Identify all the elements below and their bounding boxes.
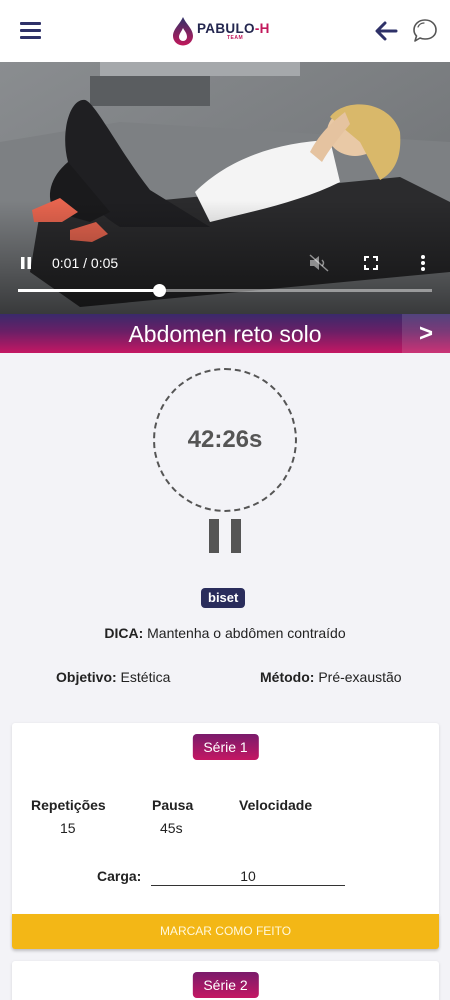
- logo-subtitle: TEAM: [227, 35, 244, 41]
- technique-badge: biset: [201, 588, 246, 608]
- rest-value: 45s: [160, 820, 183, 836]
- video-progress-handle[interactable]: [152, 284, 166, 297]
- series-card: Série 2: [12, 961, 439, 1000]
- pause-icon-bar-right: [231, 519, 241, 553]
- app-header: PABULO-H TEAM: [0, 0, 450, 62]
- pause-icon-bar-left: [209, 519, 219, 553]
- pause-icon[interactable]: [19, 255, 33, 271]
- series-card: Série 1 Repetições Pausa Velocidade 15 4…: [12, 723, 439, 949]
- reps-value: 15: [60, 820, 76, 836]
- mark-done-button[interactable]: MARCAR COMO FEITO: [12, 914, 439, 949]
- video-progress-bar[interactable]: [18, 284, 432, 297]
- chat-bubble-icon[interactable]: [412, 18, 438, 44]
- exercise-video[interactable]: 0:01 / 0:05: [0, 62, 450, 314]
- method-text: Método: Pré-exaustão: [260, 669, 402, 685]
- speed-header: Velocidade: [239, 797, 313, 813]
- flame-drop-icon: [173, 17, 193, 46]
- rest-header: Pausa: [152, 797, 194, 813]
- logo-title: PABULO-H: [197, 21, 270, 36]
- goal-text: Objetivo: Estética: [56, 669, 171, 685]
- back-arrow-icon[interactable]: [374, 20, 398, 42]
- timer-pause-button[interactable]: [209, 519, 241, 553]
- video-progress-fill: [18, 289, 159, 292]
- reps-header: Repetições: [31, 797, 106, 813]
- load-input[interactable]: [151, 866, 345, 886]
- fullscreen-icon[interactable]: [363, 255, 379, 271]
- exercise-title: Abdomen reto solo: [128, 321, 322, 347]
- exercise-title-bar: Abdomen reto solo >: [0, 314, 450, 353]
- next-exercise-button[interactable]: >: [402, 314, 450, 353]
- menu-icon[interactable]: [20, 22, 41, 39]
- timer-value: 42:26s: [187, 426, 263, 453]
- series-badge: Série 1: [192, 734, 259, 760]
- rest-timer: 42:26s: [153, 368, 297, 512]
- load-label: Carga:: [97, 868, 142, 884]
- volume-muted-icon[interactable]: [308, 253, 330, 273]
- tip-text: DICA: Mantenha o abdômen contraído: [104, 625, 346, 641]
- video-time: 0:01 / 0:05: [52, 255, 119, 271]
- more-options-icon[interactable]: [420, 254, 426, 272]
- video-frame: [0, 62, 450, 314]
- series-badge: Série 2: [192, 972, 259, 998]
- app-logo: PABULO-H TEAM: [172, 15, 270, 47]
